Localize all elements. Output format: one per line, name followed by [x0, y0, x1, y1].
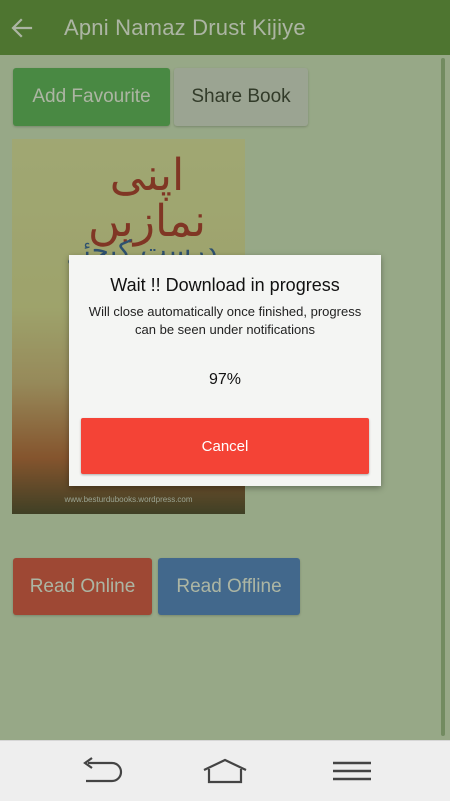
dialog-message: Will close automatically once finished, …	[88, 304, 362, 337]
download-progress-dialog: Wait !! Download in progress Will close …	[69, 255, 381, 486]
nav-home-button[interactable]	[195, 749, 255, 793]
progress-percentage: 97%	[208, 371, 242, 388]
scrollbar[interactable]	[441, 58, 445, 736]
system-nav-bar	[0, 740, 450, 801]
nav-home-icon	[203, 758, 247, 784]
nav-menu-button[interactable]	[322, 749, 382, 793]
nav-back-icon	[83, 757, 123, 783]
cancel-button[interactable]: Cancel	[81, 418, 369, 474]
nav-back-button[interactable]	[70, 749, 130, 793]
nav-menu-icon	[333, 761, 371, 781]
dialog-title: Wait !! Download in progress	[110, 275, 340, 295]
